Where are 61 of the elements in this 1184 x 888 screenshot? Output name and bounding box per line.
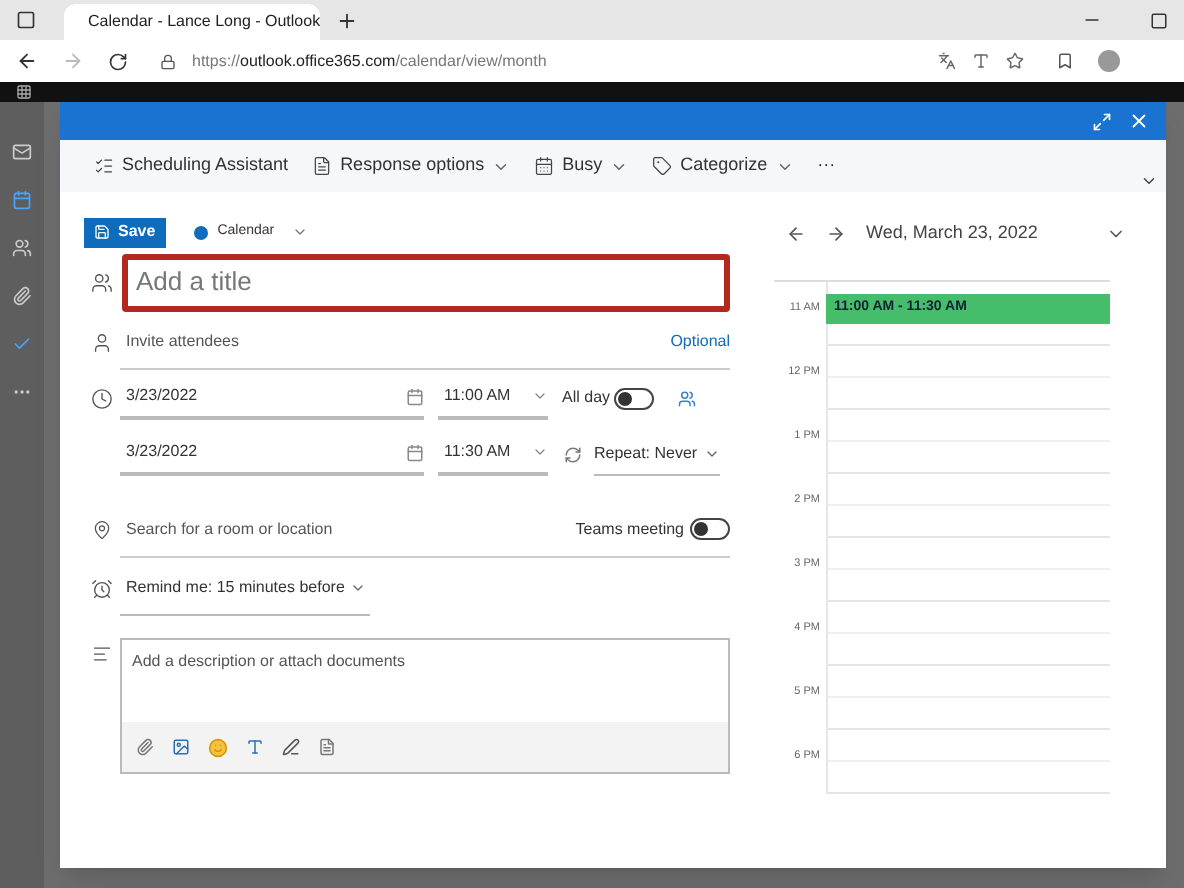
repeat-icon <box>564 445 582 463</box>
tab-title: Calendar - Lance Long - Outlook <box>88 10 321 34</box>
day-title: Wed, March 23, 2022 <box>866 220 1040 247</box>
attachment-icon[interactable] <box>12 286 32 306</box>
pen-icon[interactable] <box>282 738 300 756</box>
format-icon[interactable] <box>246 738 264 756</box>
save-icon <box>94 224 110 240</box>
toolbar-button[interactable]: Response options <box>312 152 511 180</box>
all-day-toggle[interactable] <box>614 387 655 409</box>
profile-avatar[interactable] <box>1098 50 1120 72</box>
reminder-dropdown[interactable]: Remind me: 15 minutes before <box>120 560 371 616</box>
start-date-field[interactable]: 3/23/2022 <box>120 376 424 420</box>
close-icon[interactable] <box>1128 110 1150 132</box>
maximize-icon[interactable] <box>1150 12 1168 30</box>
calendar-icon <box>406 387 424 405</box>
calendar-icon[interactable] <box>12 190 32 210</box>
mail-icon[interactable] <box>12 142 32 162</box>
save-button[interactable]: Save <box>84 217 166 247</box>
pop-out-icon[interactable] <box>1092 111 1112 131</box>
description-field[interactable]: Add a description or attach documents <box>122 640 728 722</box>
all-day-label: All day <box>562 386 611 410</box>
attendees-field[interactable]: Invite attendees <box>126 329 526 353</box>
url-text: https://outlook.office365.com/calendar/view/month <box>192 49 547 73</box>
lock-icon <box>160 53 176 69</box>
people-icon[interactable] <box>12 238 32 258</box>
title-field-frame[interactable]: Add a title <box>122 253 730 311</box>
previous-day-icon[interactable] <box>786 224 806 244</box>
next-day-icon[interactable] <box>826 224 846 244</box>
favorite-icon[interactable] <box>1006 52 1024 70</box>
caret-icon <box>532 388 548 404</box>
caret-icon <box>292 224 309 240</box>
end-time-field[interactable]: 11:30 AM <box>438 432 548 476</box>
toolbar-button[interactable]: Scheduling Assistant <box>94 152 289 180</box>
repeat-dropdown[interactable]: Repeat: Never <box>594 432 720 476</box>
title-field[interactable]: Add a title <box>136 262 716 302</box>
location-field[interactable]: Search for a room or location <box>126 517 486 541</box>
expand-icon[interactable] <box>1140 172 1158 190</box>
tag-icon <box>652 156 673 176</box>
caret-icon <box>532 444 548 460</box>
back-icon[interactable] <box>16 50 38 72</box>
end-date-field[interactable]: 3/23/2022 <box>120 432 424 476</box>
document-icon[interactable] <box>318 738 336 756</box>
teams-meeting-toggle[interactable] <box>690 518 730 540</box>
toolbar-button[interactable]: Busy <box>534 152 629 180</box>
calendar-icon <box>534 156 555 176</box>
teams-meeting-label: Teams meeting <box>575 517 684 541</box>
favorites-icon[interactable] <box>1056 52 1074 70</box>
image-icon[interactable] <box>172 738 190 756</box>
toolbar-button[interactable]: ··· <box>817 152 836 180</box>
calendar-icon <box>406 443 424 461</box>
toolbar-button[interactable]: Categorize <box>652 152 794 180</box>
translate-icon[interactable] <box>938 52 956 70</box>
tab-actions-icon[interactable] <box>16 10 36 30</box>
new-tab-icon[interactable] <box>336 10 358 32</box>
browser-tab[interactable]: Calendar - Lance Long - Outlook <box>64 4 320 40</box>
start-time-field[interactable]: 11:00 AM <box>438 376 548 420</box>
description-editor[interactable]: Add a description or attach documents <box>120 638 730 774</box>
optional-link[interactable]: Optional <box>670 329 730 353</box>
reload-icon[interactable] <box>108 51 128 71</box>
app-launcher-icon[interactable] <box>16 84 32 100</box>
attach-icon[interactable] <box>136 738 154 756</box>
